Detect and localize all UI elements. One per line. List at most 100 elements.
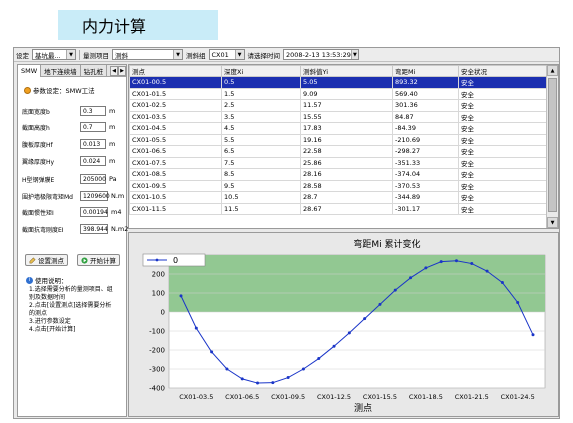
table-row[interactable]: CX01-09.5 9.5 28.58 -370.53 安全 [129, 179, 548, 192]
table-cell: 安全 [458, 179, 548, 192]
param-unit: m [109, 123, 116, 131]
table-cell: -374.04 [392, 168, 459, 181]
help-title: i 使用说明： [26, 275, 68, 285]
table-cell: 安全 [458, 145, 548, 158]
table-cell: CX01-11.5 [129, 202, 222, 215]
data-point [256, 381, 260, 385]
table-cell: -344.89 [392, 191, 459, 204]
table-cell: -351.33 [392, 156, 459, 169]
scroll-down-icon[interactable]: ▼ [547, 217, 558, 228]
table-cell: 安全 [458, 202, 548, 215]
param-label: 截面抗弯刚度EI [22, 226, 64, 234]
table-cell: 5.5 [221, 133, 301, 146]
table-row[interactable]: CX01-07.5 7.5 25.86 -351.33 安全 [129, 156, 548, 169]
table-cell: 15.55 [300, 110, 393, 123]
x-axis-label: 测点 [354, 403, 372, 414]
scroll-thumb[interactable] [548, 78, 557, 212]
time-label: 请选择时间 [247, 51, 281, 60]
param-row: 围护墙极限弯矩Md 1209600 N.m [22, 190, 124, 202]
table-row[interactable]: CX01-10.5 10.5 28.7 -344.89 安全 [129, 191, 548, 204]
param-label: 腹板厚度Hf [22, 141, 53, 149]
param-input[interactable]: 0.7 [80, 122, 106, 132]
table-row[interactable]: CX01-08.5 8.5 28.16 -374.04 安全 [129, 168, 548, 181]
param-input[interactable]: 1209600 [80, 191, 110, 201]
param-row: 截面高度h 0.7 m [22, 121, 115, 133]
param-row: 截面惯性矩I 0.00194 m4 [22, 206, 121, 218]
data-point [378, 302, 382, 306]
table-cell: 安全 [458, 76, 548, 89]
table-cell: CX01-08.5 [129, 168, 222, 181]
help-line: 3.进行参数设定 [29, 318, 71, 325]
legend-label: 0 [173, 256, 178, 265]
gear-icon [24, 86, 31, 94]
col-header[interactable]: 深度Xi [221, 65, 301, 77]
set-point-button[interactable]: 设置测点 [25, 254, 68, 266]
group-select[interactable]: CX01 ▼ [208, 49, 245, 60]
start-calc-button-label: 开始计算 [90, 257, 116, 265]
tab-smw[interactable]: SMW [18, 65, 42, 77]
param-input[interactable]: 0.013 [80, 139, 106, 149]
y-tick-label: 0 [161, 309, 165, 317]
help-line: 4.点击[开始计算] [29, 326, 76, 333]
param-input[interactable]: 398.944 [80, 224, 108, 234]
x-tick-label: CX01-12.5 [317, 393, 351, 401]
table-cell: 2.5 [221, 99, 301, 112]
measure-item-select[interactable]: 测斜 ▼ [112, 49, 183, 60]
chevron-right-icon[interactable]: ▶ [118, 66, 126, 76]
table-cell: CX01-00.5 [129, 76, 222, 89]
table-cell: 3.5 [221, 110, 301, 123]
param-input[interactable]: 0.00194 [80, 207, 108, 217]
data-point [531, 333, 535, 337]
table-cell: 8.5 [221, 168, 301, 181]
x-tick-label: CX01-18.5 [409, 393, 443, 401]
table-row[interactable]: CX01-11.5 11.5 28.67 -301.17 安全 [129, 202, 548, 215]
param-label: 底面宽度b [22, 108, 50, 116]
table-cell: 安全 [458, 99, 548, 112]
chevron-left-icon[interactable]: ◀ [110, 66, 118, 76]
param-input[interactable]: 0.024 [80, 156, 106, 166]
table-cell: -84.39 [392, 122, 459, 135]
param-unit: N.m2 [111, 225, 129, 233]
scroll-up-icon[interactable]: ▲ [547, 65, 558, 76]
chart-title: 弯距Mi 累计变化 [353, 238, 420, 250]
param-input[interactable]: 0.3 [80, 106, 106, 116]
start-calc-button[interactable]: 开始计算 [77, 254, 120, 266]
col-header[interactable]: 弯距Mi [392, 65, 459, 77]
app-window: 设定 基坑最... ▼ 量测项目 测斜 ▼ 测斜组 CX01 ▼ 请选择时间 2008… [13, 47, 560, 419]
data-point [393, 288, 397, 292]
col-header[interactable]: 安全状况 [458, 65, 548, 77]
table-row[interactable]: CX01-06.5 6.5 22.58 -298.27 安全 [129, 145, 548, 158]
table-cell: 28.7 [300, 191, 393, 204]
table-cell: 28.58 [300, 179, 393, 192]
table-cell: 301.36 [392, 99, 459, 112]
table-cell: 84.87 [392, 110, 459, 123]
table-row[interactable]: CX01-01.5 1.5 9.09 569.40 安全 [129, 87, 548, 100]
param-header-text: 参数设定：SMW工法 [33, 87, 95, 95]
table-row[interactable]: CX01-03.5 3.5 15.55 84.87 安全 [129, 110, 548, 123]
table-cell: 10.5 [221, 191, 301, 204]
table-row[interactable]: CX01-02.5 2.5 11.57 301.36 安全 [129, 99, 548, 112]
tab-diaphragm-wall[interactable]: 地下连续墙 [41, 65, 81, 77]
col-header[interactable]: 测点 [129, 65, 222, 77]
table-row[interactable]: CX01-05.5 5.5 19.16 -210.69 安全 [129, 133, 548, 146]
param-label: H型钢弹膜E [22, 176, 55, 184]
table-row[interactable]: CX01-00.5 0.5 5.05 893.32 安全 [129, 76, 548, 89]
col-header[interactable]: 测斜值Yi [300, 65, 393, 77]
setting-label: 设定 [16, 51, 29, 60]
table-cell: 5.05 [300, 76, 393, 89]
table-scrollbar[interactable]: ▲ ▼ [546, 65, 558, 228]
table-cell: -210.69 [392, 133, 459, 146]
measure-item-select-value: 测斜 [115, 51, 128, 60]
setting-select[interactable]: 基坑最... ▼ [32, 49, 76, 60]
y-tick-label: -300 [149, 366, 165, 374]
time-select[interactable]: 2008-2-13 13:53:29 ▼ [283, 49, 359, 60]
table-cell: 22.58 [300, 145, 393, 158]
param-label: 截面惯性矩I [22, 209, 54, 217]
param-row: 截面抗弯刚度EI 398.944 N.m2 [22, 223, 128, 235]
table-cell: 25.86 [300, 156, 393, 169]
tab-bored-pile[interactable]: 钻孔桩 [81, 65, 108, 77]
param-input[interactable]: 205000 [80, 174, 106, 184]
measure-item-label: 量测项目 [83, 51, 109, 60]
table-row[interactable]: CX01-04.5 4.5 17.83 -84.39 安全 [129, 122, 548, 135]
data-point [439, 260, 443, 264]
